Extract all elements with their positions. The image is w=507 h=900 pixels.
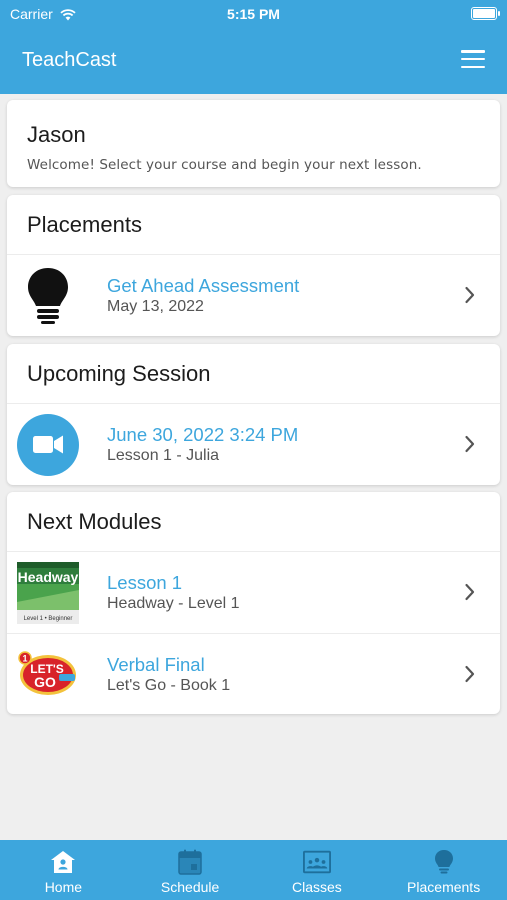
- headway-cover-title: Headway: [18, 569, 79, 585]
- session-lesson: Lesson 1 - Julia: [107, 447, 220, 464]
- module-title: Verbal Final: [107, 654, 205, 675]
- calendar-icon: [176, 849, 204, 875]
- lightbulb-icon: [17, 265, 79, 327]
- next-modules-card: Next Modules Headway Level 1 • Beginner …: [7, 492, 500, 714]
- placement-title: Get Ahead Assessment: [107, 275, 300, 296]
- module-row[interactable]: Headway Level 1 • Beginner Lesson 1 Head…: [7, 552, 500, 633]
- tab-classes-label: Classes: [291, 879, 342, 895]
- nav-bar: TeachCast: [0, 28, 507, 94]
- lets-go-line2: GO: [34, 674, 56, 690]
- tab-schedule[interactable]: Schedule: [127, 840, 254, 900]
- upcoming-session-header: Upcoming Session: [7, 344, 500, 404]
- placements-header: Placements: [7, 195, 500, 255]
- module-title: Lesson 1: [107, 572, 183, 593]
- status-time: 5:15 PM: [227, 6, 280, 22]
- module-course: Let's Go - Book 1: [107, 677, 231, 694]
- bottom-tab-bar: Home Schedule Classes Placements: [0, 840, 507, 900]
- status-bar: Carrier 5:15 PM: [0, 0, 507, 28]
- video-camera-icon: [17, 414, 79, 476]
- session-row[interactable]: June 30, 2022 3:24 PM Lesson 1 - Julia: [7, 404, 500, 485]
- app-title: TeachCast: [22, 49, 117, 71]
- upcoming-session-card: Upcoming Session June 30, 2022 3:24 PM L…: [7, 344, 500, 485]
- placements-card: Placements Get Ahead Assessment May 13, …: [7, 195, 500, 336]
- chevron-right-icon: [465, 665, 475, 683]
- battery-icon: [471, 7, 500, 20]
- chevron-right-icon: [465, 583, 475, 601]
- user-name: Jason: [27, 122, 86, 147]
- module-row[interactable]: 1 LET'S GO Verbal Final Let's Go - Book …: [7, 633, 500, 714]
- placement-row[interactable]: Get Ahead Assessment May 13, 2022: [7, 255, 500, 336]
- headway-book-cover: Headway Level 1 • Beginner: [17, 562, 79, 624]
- tab-classes[interactable]: Classes: [254, 840, 381, 900]
- lightbulb-icon: [430, 849, 458, 875]
- session-datetime: June 30, 2022 3:24 PM: [107, 424, 299, 445]
- tab-home[interactable]: Home: [0, 840, 127, 900]
- tab-placements[interactable]: Placements: [380, 840, 507, 900]
- headway-cover-level: Level 1 • Beginner: [24, 616, 73, 622]
- lets-go-number: 1: [22, 654, 27, 664]
- module-course: Headway - Level 1: [107, 595, 240, 612]
- tab-placements-label: Placements: [407, 879, 481, 895]
- classroom-icon: [302, 849, 331, 875]
- welcome-card: Jason Welcome! Select your course and be…: [7, 100, 500, 187]
- hamburger-menu-icon[interactable]: [461, 50, 485, 68]
- tab-home-label: Home: [44, 879, 83, 895]
- next-modules-header: Next Modules: [7, 492, 500, 552]
- chevron-right-icon: [465, 286, 475, 304]
- welcome-message: Welcome! Select your course and begin yo…: [27, 157, 422, 173]
- chevron-right-icon: [465, 435, 475, 453]
- home-icon: [49, 849, 77, 875]
- top-bar: Carrier 5:15 PM TeachCast: [0, 0, 507, 94]
- tab-schedule-label: Schedule: [160, 879, 220, 895]
- placement-date: May 13, 2022: [107, 298, 204, 315]
- lets-go-logo: 1 LET'S GO: [17, 644, 79, 706]
